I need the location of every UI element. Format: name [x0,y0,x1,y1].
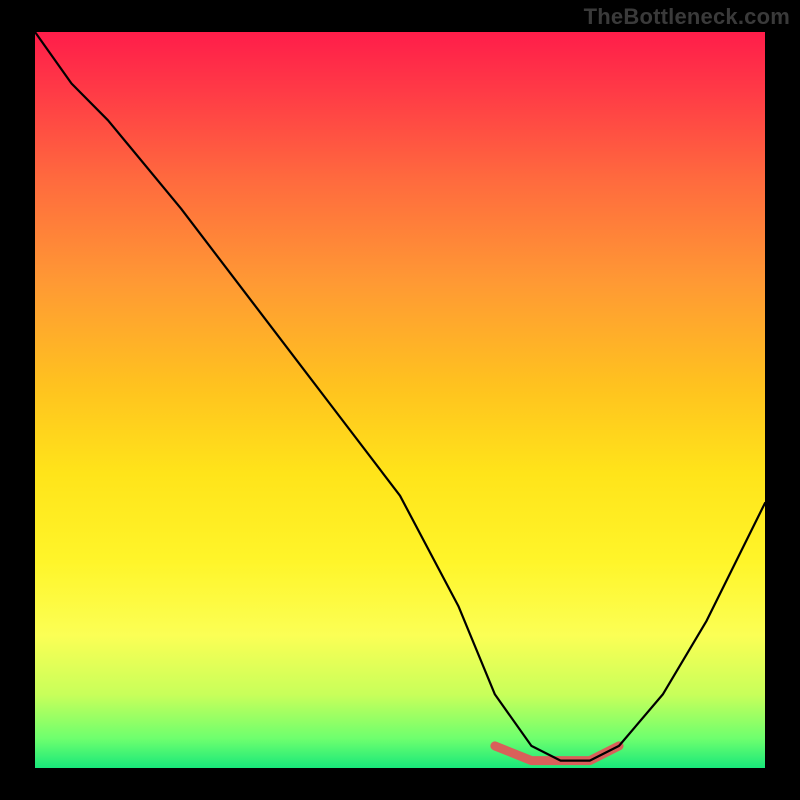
chart-frame: TheBottleneck.com [0,0,800,800]
watermark-text: TheBottleneck.com [584,4,790,30]
curve-svg [35,32,765,768]
plot-area [35,32,765,768]
bottleneck-curve-line [35,32,765,761]
